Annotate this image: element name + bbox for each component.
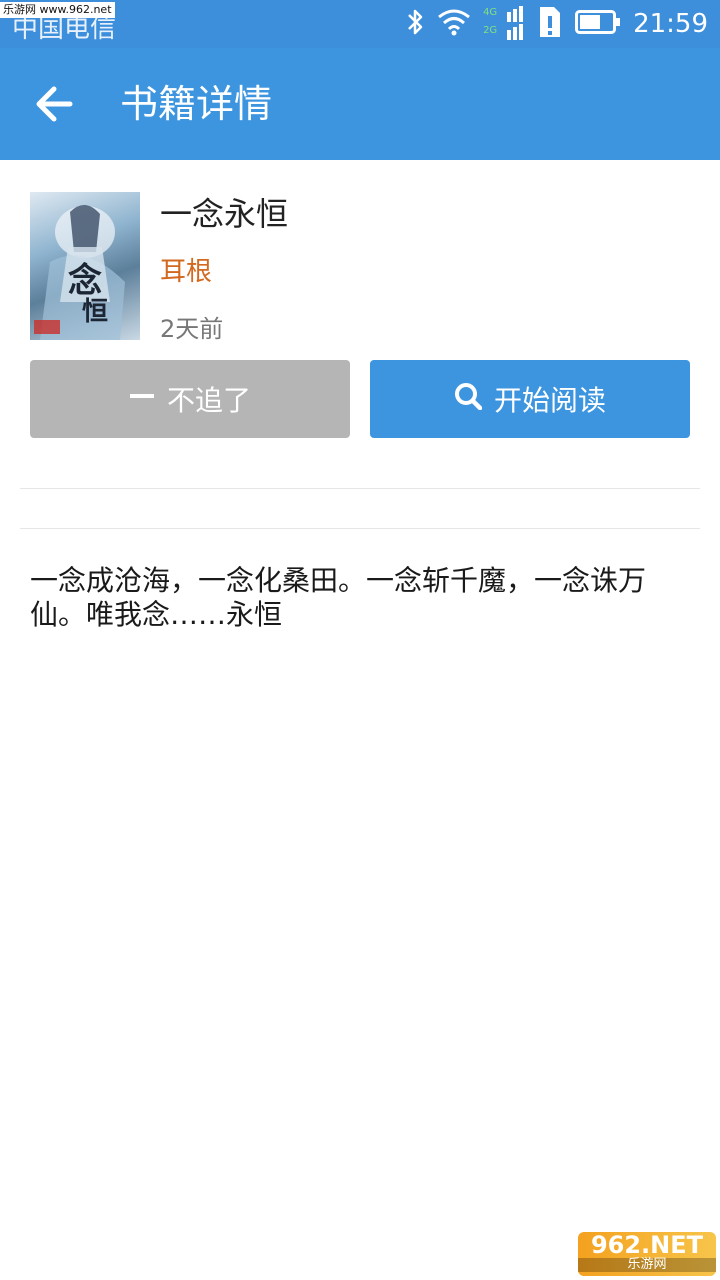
start-reading-label: 开始阅读 bbox=[493, 384, 606, 417]
unfollow-button[interactable]: 不追了 bbox=[30, 360, 350, 438]
wifi-icon bbox=[437, 8, 471, 40]
book-author[interactable]: 耳根 bbox=[160, 252, 212, 292]
watermark-brand: 962.NET bbox=[590, 1231, 704, 1259]
site-logo-watermark: 962.NET 乐游网 bbox=[578, 1232, 716, 1276]
svg-text:念: 念 bbox=[68, 261, 102, 301]
bluetooth-icon bbox=[405, 7, 425, 41]
unfollow-label: 不追了 bbox=[166, 384, 251, 417]
divider bbox=[20, 488, 700, 489]
search-icon bbox=[454, 382, 483, 417]
svg-text:恒: 恒 bbox=[82, 297, 108, 327]
status-icons: 4G 2G 21:59 bbox=[405, 4, 708, 44]
app-bar: 书籍详情 bbox=[0, 48, 720, 160]
book-update-time: 2天前 bbox=[160, 315, 224, 343]
start-reading-button[interactable]: 开始阅读 bbox=[370, 360, 690, 438]
battery-icon bbox=[575, 10, 621, 38]
book-description: 一念成沧海，一念化桑田。一念斩千魔，一念诛万仙。唯我念……永恒 bbox=[30, 564, 647, 631]
status-bar: 中国电信 乐游网 www.962.net 4G 2G 21:59 bbox=[0, 0, 720, 48]
book-cover[interactable]: 念 恒 bbox=[30, 192, 140, 340]
site-watermark: 乐游网 www.962.net bbox=[0, 2, 115, 18]
sim-alert-icon bbox=[537, 6, 563, 42]
book-title: 一念永恒 bbox=[160, 195, 289, 233]
page-title: 书籍详情 bbox=[120, 82, 273, 126]
minus-icon bbox=[129, 383, 155, 416]
signal-icon: 4G 2G bbox=[483, 6, 525, 42]
back-button[interactable] bbox=[30, 82, 78, 126]
clock: 21:59 bbox=[633, 9, 708, 39]
watermark-sub: 乐游网 bbox=[578, 1258, 716, 1272]
divider bbox=[20, 528, 700, 529]
arrow-left-icon bbox=[30, 86, 78, 130]
